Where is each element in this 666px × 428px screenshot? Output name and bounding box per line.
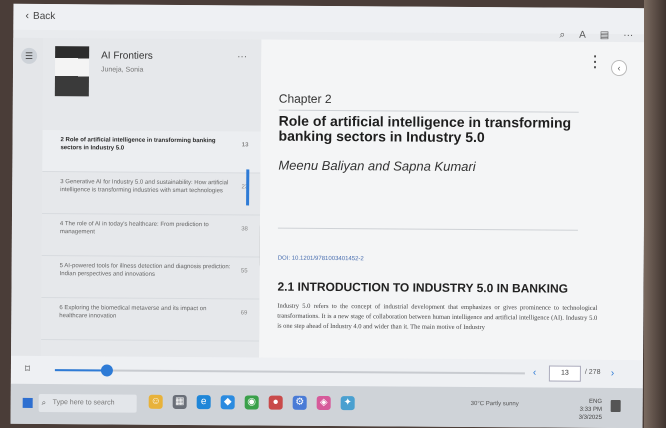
notification-icon[interactable] <box>610 399 621 413</box>
windows-start-icon[interactable] <box>22 397 33 408</box>
page-slider[interactable] <box>54 364 525 377</box>
taskbar-search[interactable]: ⌕ Type here to search <box>38 393 137 413</box>
task-view-icon[interactable]: ▦ <box>172 394 187 410</box>
toc-item-label: 5 AI-powered tools for illness detection… <box>59 263 231 278</box>
app-topbar: ‹ Back <box>13 3 646 35</box>
settings-gear-icon[interactable]: ⚙ <box>292 395 307 410</box>
toc-item-chapter-4[interactable]: 4 The role of AI in today's healthcare: … <box>41 214 261 258</box>
emoji-app-icon[interactable]: ☺ <box>148 394 163 409</box>
monitor-bezel <box>644 0 666 428</box>
left-rail: ☰ <box>11 37 44 358</box>
clock-date: 3/3/2025 <box>578 414 602 421</box>
store-app-icon[interactable]: ◆ <box>220 395 235 410</box>
chapter-label: Chapter 2 <box>278 91 332 107</box>
chapter-authors: Meenu Baliyan and Sapna Kumari <box>278 157 476 175</box>
screen: ‹ Back ⌕ A ▤ ··· ☰ AI Frontiers Juneja, … <box>10 3 646 428</box>
bookmark-list-icon[interactable]: ▤ <box>600 30 610 41</box>
page-slider-fill <box>54 369 107 372</box>
text-size-icon[interactable]: A <box>579 30 586 41</box>
reading-pane: ⋮ ‹ Chapter 2 Role of artificial intelli… <box>258 39 646 363</box>
toc-active-indicator <box>246 169 250 206</box>
edge-browser-icon[interactable]: e <box>196 395 211 410</box>
clock-time: 3:33 PM <box>579 406 603 413</box>
toc-item-page: 55 <box>240 268 248 275</box>
chevron-left-icon: ‹ <box>25 9 30 22</box>
toc-item-label: 2 Role of artificial intelligence in tra… <box>60 137 216 152</box>
toc-item-page: 38 <box>241 226 248 233</box>
page-slider-handle[interactable] <box>100 364 113 377</box>
doi-link[interactable]: DOI: 10.1201/9781003401452-2 <box>278 256 364 263</box>
toc-item-label: 3 Generative AI for Industry 5.0 and sus… <box>60 179 229 195</box>
next-page-button[interactable]: › <box>611 368 614 379</box>
search-placeholder: Type here to search <box>52 399 115 407</box>
back-button[interactable]: ‹ Back <box>25 10 55 22</box>
taskbar-apps: ☺ ▦ e ◆ ◉ ● ⚙ ◈ ✦ <box>148 394 355 411</box>
book-title: AI Frontiers <box>101 50 153 62</box>
toc-sidebar: AI Frontiers Juneja, Sonia ··· 2 Role of… <box>41 38 263 358</box>
toc-item-page: 69 <box>240 310 248 317</box>
system-clock[interactable]: ENG 3:33 PM 3/3/2025 <box>579 398 603 422</box>
chevron-left-icon[interactable]: ‹ <box>610 59 628 77</box>
toc-list: 2 Role of artificial intelligence in tra… <box>41 130 261 342</box>
book-menu-icon[interactable]: ··· <box>237 51 247 62</box>
toc-item-label: 4 The role of AI in today's healthcare: … <box>59 221 209 236</box>
bookmark-icon[interactable]: ⌑ <box>25 364 30 375</box>
toc-item-chapter-3[interactable]: 3 Generative AI for Industry 5.0 and sus… <box>42 172 261 216</box>
search-icon[interactable]: ⌕ <box>559 30 565 41</box>
windows-taskbar: ⌕ Type here to search ☺ ▦ e ◆ ◉ ● ⚙ ◈ ✦ … <box>10 383 643 428</box>
app-icon[interactable]: ✦ <box>340 396 355 411</box>
prev-page-button[interactable]: ‹ <box>533 367 536 378</box>
reader-toolbar: ⌕ A ▤ ··· <box>559 30 633 42</box>
weather-widget[interactable]: 30°C Partly sunny <box>471 401 519 407</box>
book-cover <box>54 46 90 97</box>
divider <box>277 227 578 231</box>
toc-item-page: 13 <box>241 142 249 149</box>
chapter-title: Role of artificial intelligence in trans… <box>278 112 572 146</box>
page-total: / 278 <box>584 368 601 376</box>
back-label: Back <box>33 10 56 22</box>
toc-item-chapter-2[interactable]: 2 Role of artificial intelligence in tra… <box>42 130 261 174</box>
app-icon[interactable]: ● <box>268 395 283 410</box>
section-heading: 2.1 INTRODUCTION TO INDUSTRY 5.0 IN BANK… <box>277 279 569 296</box>
toc-toggle-icon[interactable]: ☰ <box>21 47 38 64</box>
body-paragraph: Industry 5.0 refers to the concept of in… <box>277 302 598 332</box>
search-icon: ⌕ <box>41 398 47 408</box>
toc-item-label: 6 Exploring the biomedical metaverse and… <box>59 305 207 320</box>
app-icon[interactable]: ◈ <box>316 395 331 411</box>
page-navigation: ⌑ ‹ 13 / 278 › <box>10 355 644 389</box>
more-options-icon[interactable]: ··· <box>623 30 633 41</box>
book-author: Juneja, Sonia <box>100 66 144 74</box>
toc-item-chapter-5[interactable]: 5 AI-powered tools for illness detection… <box>41 256 260 300</box>
page-menu-icon[interactable]: ⋮ <box>587 54 603 71</box>
page-number-input[interactable]: 13 <box>548 365 581 382</box>
toc-item-chapter-6[interactable]: 6 Exploring the biomedical metaverse and… <box>41 298 260 342</box>
language-indicator: ENG <box>589 398 603 405</box>
chrome-browser-icon[interactable]: ◉ <box>244 395 259 410</box>
